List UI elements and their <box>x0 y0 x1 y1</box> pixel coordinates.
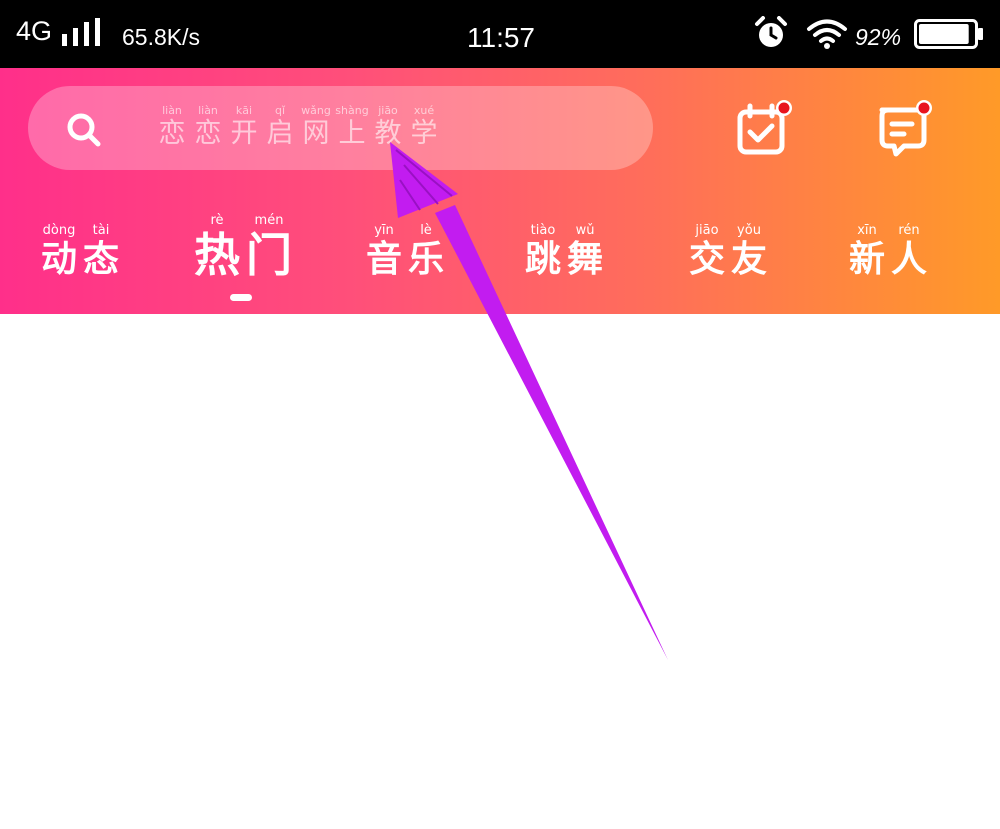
tab-label-char: yǒu 友 <box>730 224 768 282</box>
tab-label-hanzi: 热 <box>194 228 240 282</box>
search-placeholder-hanzi: 上 <box>338 118 366 149</box>
tab-rè-mén[interactable]: rè 热 mén 门 <box>193 213 293 283</box>
search-placeholder-char: xué 学 <box>408 104 440 150</box>
tab-label-hanzi: 新 <box>848 239 885 280</box>
tab-label-pinyin: dòng <box>42 223 76 238</box>
tab-label-pinyin: wǔ <box>575 223 595 238</box>
tab-label-char: tiào 跳 <box>524 224 562 282</box>
tab-label-pinyin: rén <box>898 223 920 238</box>
tab-label-char: yīn 音 <box>365 224 403 282</box>
tab-label-char: lè 乐 <box>407 224 445 282</box>
search-placeholder-pinyin: shàng <box>335 104 369 117</box>
search-placeholder-pinyin: kāi <box>235 104 253 117</box>
message-icon <box>879 100 932 157</box>
tab-label-char: mén 门 <box>245 213 293 283</box>
tab-label-pinyin: rè <box>210 213 224 228</box>
search-placeholder-pinyin: liàn <box>198 104 218 117</box>
search-placeholder-char: liàn 恋 <box>192 104 224 150</box>
search-placeholder-pinyin: wǎng <box>301 104 331 117</box>
tab-label-char: jiāo 交 <box>688 224 726 282</box>
tab-label-hanzi: 舞 <box>566 239 603 280</box>
tab-tiào-wǔ[interactable]: tiào 跳 wǔ 舞 <box>524 224 604 282</box>
tab-label-pinyin: tiào <box>530 223 556 238</box>
battery-icon <box>914 19 983 49</box>
search-placeholder-hanzi: 启 <box>266 118 294 149</box>
checkin-button[interactable] <box>734 100 794 160</box>
tab-label-pinyin: yǒu <box>737 223 761 238</box>
tab-label-hanzi: 态 <box>82 239 119 280</box>
tab-label-hanzi: 交 <box>688 239 725 280</box>
status-bar: 4G 65.8K/s 11:57 92% <box>0 0 1000 68</box>
search-placeholder-char: liàn 恋 <box>156 104 188 150</box>
tab-label-char: wǔ 舞 <box>566 224 604 282</box>
search-placeholder-hanzi: 恋 <box>158 118 186 149</box>
signal-icon <box>62 18 100 46</box>
search-placeholder-pinyin: qǐ <box>274 104 286 117</box>
search-placeholder-char: qǐ 启 <box>264 104 296 150</box>
tab-label-pinyin: xīn <box>857 223 877 238</box>
search-placeholder-hanzi: 恋 <box>194 118 222 149</box>
search-bar[interactable]: liàn 恋 liàn 恋 kāi 开 qǐ 启 wǎng 网 shàng 上 jiāo 教 xué 学 <box>28 86 653 170</box>
tab-label-pinyin: mén <box>254 213 284 228</box>
search-placeholder-char: kāi 开 <box>228 104 260 150</box>
status-time: 11:57 <box>467 22 535 53</box>
tab-label-hanzi: 友 <box>730 239 767 280</box>
tab-label-hanzi: 门 <box>246 228 292 282</box>
search-placeholder-char: wǎng 网 <box>300 104 332 150</box>
search-placeholder-hanzi: 教 <box>374 118 402 149</box>
tab-yīn-lè[interactable]: yīn 音 lè 乐 <box>365 224 445 282</box>
tab-label-char: rén 人 <box>890 224 928 282</box>
category-tabs: dòng 动 tài 态 rè 热 mén 门 yīn 音 lè 乐 tiào 跳 wǔ 舞 jiāo 交 yǒu 友… <box>0 214 1000 308</box>
message-button[interactable] <box>872 100 932 160</box>
tab-label-hanzi: 跳 <box>524 239 561 280</box>
tab-dòng-tài[interactable]: dòng 动 tài 态 <box>40 224 120 282</box>
tab-label-hanzi: 音 <box>365 239 402 280</box>
wifi-icon <box>807 19 847 49</box>
tab-label-hanzi: 乐 <box>407 239 444 280</box>
search-placeholder-pinyin: liàn <box>162 104 182 117</box>
search-placeholder-hanzi: 学 <box>410 118 438 149</box>
network-speed: 65.8K/s <box>122 24 200 50</box>
search-placeholder-hanzi: 开 <box>230 118 258 149</box>
search-placeholder-hanzi: 网 <box>302 118 330 149</box>
tab-label-pinyin: tài <box>92 223 110 238</box>
app-header: liàn 恋 liàn 恋 kāi 开 qǐ 启 wǎng 网 shàng 上 jiāo 教 xué 学 dò… <box>0 68 1000 314</box>
checkin-calendar-icon <box>737 100 792 155</box>
network-type: 4G <box>16 16 53 46</box>
tab-label-pinyin: lè <box>420 223 432 238</box>
search-placeholder-char: jiāo 教 <box>372 104 404 150</box>
search-placeholder-pinyin: jiāo <box>378 104 398 117</box>
search-icon <box>67 113 101 147</box>
search-placeholder-char: shàng 上 <box>335 104 369 150</box>
tab-jiāo-yǒu[interactable]: jiāo 交 yǒu 友 <box>688 224 768 282</box>
tab-label-char: tài 态 <box>82 224 120 282</box>
alarm-icon <box>755 16 787 47</box>
active-tab-indicator <box>230 294 252 301</box>
tab-label-pinyin: jiāo <box>695 223 719 238</box>
tab-label-hanzi: 人 <box>890 239 927 280</box>
tab-label-char: dòng 动 <box>40 224 78 282</box>
tab-label-pinyin: yīn <box>374 223 394 238</box>
tab-label-char: rè 热 <box>193 213 241 283</box>
tab-label-hanzi: 动 <box>40 239 77 280</box>
tab-label-char: xīn 新 <box>848 224 886 282</box>
search-placeholder-pinyin: xué <box>413 104 435 117</box>
tab-xīn-rén[interactable]: xīn 新 rén 人 <box>848 224 928 282</box>
battery-percentage: 92% <box>855 24 902 50</box>
search-placeholder: liàn 恋 liàn 恋 kāi 开 qǐ 启 wǎng 网 shàng 上 jiāo 教 xué 学 <box>156 104 440 150</box>
